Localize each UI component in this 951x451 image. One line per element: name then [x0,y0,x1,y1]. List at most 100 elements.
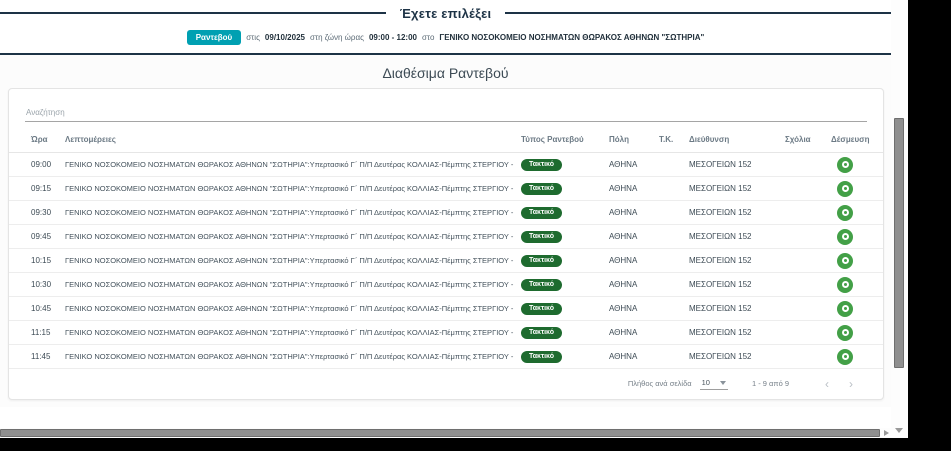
table-body: 09:00 ΓΕΝΙΚΟ ΝΟΣΟΚΟΜΕΙΟ ΝΟΣΗΜΑΤΩΝ ΘΩΡΑΚΟ… [9,152,883,369]
book-target-icon [841,257,849,264]
book-appointment-button[interactable] [837,180,853,197]
book-target-icon [841,233,849,240]
items-per-page-value: 10 [701,378,710,387]
selection-pre-date: στις [246,32,260,42]
appointments-card: Ώρα Λεπτομέρειες Τύπος Ραντεβού Πόλη Τ.Κ… [8,88,884,400]
cell-time: 09:45 [9,224,61,249]
book-appointment-button[interactable] [837,156,853,173]
cell-postal [655,248,685,273]
cell-type: Τακτικό [517,248,605,273]
appointment-type-badge: Τακτικό [521,278,562,291]
cell-postal [655,296,685,321]
horizontal-scrollbar[interactable] [0,428,891,438]
appointment-type-badge: Τακτικό [521,302,562,315]
table-row[interactable]: 09:00 ΓΕΝΙΚΟ ΝΟΣΟΚΟΜΕΙΟ ΝΟΣΗΜΑΤΩΝ ΘΩΡΑΚΟ… [9,152,883,177]
cell-type: Τακτικό [517,200,605,225]
book-appointment-button[interactable] [837,204,853,221]
cell-address: ΜΕΣΟΓΕΙΩΝ 152 [685,248,781,273]
cell-postal [655,152,685,177]
cell-comments [781,272,827,297]
appointment-type-badge: Τακτικό [521,254,562,267]
cell-details: ΓΕΝΙΚΟ ΝΟΣΟΚΟΜΕΙΟ ΝΟΣΗΜΑΤΩΝ ΘΩΡΑΚΟΣ ΑΘΗΝ… [61,176,517,201]
appointment-badge: Ραντεβού [186,29,242,45]
items-per-page-label: Πλήθος ανά σελίδα [627,379,692,388]
book-appointment-button[interactable] [837,348,853,365]
cell-comments [781,344,827,369]
previous-page-button[interactable]: ‹ [815,378,839,390]
cell-city: ΑΘΗΝΑ [605,152,655,177]
vertical-scrollbar[interactable] [891,0,908,438]
table-row[interactable]: 10:45 ΓΕΝΙΚΟ ΝΟΣΟΚΟΜΕΙΟ ΝΟΣΗΜΑΤΩΝ ΘΩΡΑΚΟ… [9,296,883,321]
cell-type: Τακτικό [517,224,605,249]
search-input[interactable] [25,104,867,122]
horizontal-scrollbar-thumb[interactable] [0,429,880,437]
appointment-type-badge: Τακτικό [521,326,562,339]
table-row[interactable]: 09:30 ΓΕΝΙΚΟ ΝΟΣΟΚΟΜΕΙΟ ΝΟΣΗΜΑΤΩΝ ΘΩΡΑΚΟ… [9,200,883,225]
cell-comments [781,152,827,177]
book-appointment-button[interactable] [837,324,853,341]
appointment-type-badge: Τακτικό [521,158,562,171]
cell-postal [655,344,685,369]
book-appointment-button[interactable] [837,300,853,317]
cell-details: ΓΕΝΙΚΟ ΝΟΣΟΚΟΜΕΙΟ ΝΟΣΗΜΑΤΩΝ ΘΩΡΑΚΟΣ ΑΘΗΝ… [61,320,517,345]
page-range-label: 1 - 9 από 9 [751,379,789,388]
cell-address: ΜΕΣΟΓΕΙΩΝ 152 [685,152,781,177]
col-header-address: Διεύθυνση [685,126,781,153]
cell-time: 09:15 [9,176,61,201]
cell-comments [781,200,827,225]
cell-address: ΜΕΣΟΓΕΙΩΝ 152 [685,344,781,369]
cell-address: ΜΕΣΟΓΕΙΩΝ 152 [685,176,781,201]
table-row[interactable]: 10:15 ΓΕΝΙΚΟ ΝΟΣΟΚΟΜΕΙΟ ΝΟΣΗΜΑΤΩΝ ΘΩΡΑΚΟ… [9,248,883,273]
appointment-type-badge: Τακτικό [521,230,562,243]
scroll-down-arrow-icon[interactable] [895,428,903,433]
col-header-type: Τύπος Ραντεβού [517,126,605,153]
book-target-icon [841,353,849,360]
cell-time: 10:30 [9,272,61,297]
cell-city: ΑΘΗΝΑ [605,248,655,273]
table-row[interactable]: 11:15 ΓΕΝΙΚΟ ΝΟΣΟΚΟΜΕΙΟ ΝΟΣΗΜΑΤΩΝ ΘΩΡΑΚΟ… [9,320,883,345]
cell-type: Τακτικό [517,296,605,321]
table-row[interactable]: 11:45 ΓΕΝΙΚΟ ΝΟΣΟΚΟΜΕΙΟ ΝΟΣΗΜΑΤΩΝ ΘΩΡΑΚΟ… [9,344,883,369]
cell-comments [781,296,827,321]
cell-time: 10:45 [9,296,61,321]
cell-type: Τακτικό [517,152,605,177]
cell-city: ΑΘΗΝΑ [605,176,655,201]
cell-type: Τακτικό [517,176,605,201]
scroll-right-arrow-icon[interactable] [884,430,889,436]
book-appointment-button[interactable] [837,228,853,245]
book-target-icon [841,185,849,192]
cell-booking [827,248,883,273]
paginator: Πλήθος ανά σελίδα 10 1 - 9 από 9 ‹ › [9,369,883,390]
page-title: Έχετε επιλέξει [399,5,492,21]
cell-comments [781,224,827,249]
cell-details: ΓΕΝΙΚΟ ΝΟΣΟΚΟΜΕΙΟ ΝΟΣΗΜΑΤΩΝ ΘΩΡΑΚΟΣ ΑΘΗΝ… [61,152,517,177]
col-header-postal: Τ.Κ. [655,126,685,153]
table-row[interactable]: 09:15 ΓΕΝΙΚΟ ΝΟΣΟΚΟΜΕΙΟ ΝΟΣΗΜΑΤΩΝ ΘΩΡΑΚΟ… [9,176,883,201]
cell-type: Τακτικό [517,344,605,369]
next-page-button[interactable]: › [839,378,863,390]
cell-details: ΓΕΝΙΚΟ ΝΟΣΟΚΟΜΕΙΟ ΝΟΣΗΜΑΤΩΝ ΘΩΡΑΚΟΣ ΑΘΗΝ… [61,224,517,249]
table-row[interactable]: 10:30 ΓΕΝΙΚΟ ΝΟΣΟΚΟΜΕΙΟ ΝΟΣΗΜΑΤΩΝ ΘΩΡΑΚΟ… [9,272,883,297]
letterbox-right [908,0,951,451]
cell-address: ΜΕΣΟΓΕΙΩΝ 152 [685,320,781,345]
table-row[interactable]: 09:45 ΓΕΝΙΚΟ ΝΟΣΟΚΟΜΕΙΟ ΝΟΣΗΜΑΤΩΝ ΘΩΡΑΚΟ… [9,224,883,249]
col-header-comments: Σχόλια [781,126,827,153]
book-appointment-button[interactable] [837,276,853,293]
cell-time: 09:30 [9,200,61,225]
cell-details: ΓΕΝΙΚΟ ΝΟΣΟΚΟΜΕΙΟ ΝΟΣΗΜΑΤΩΝ ΘΩΡΑΚΟΣ ΑΘΗΝ… [61,248,517,273]
cell-details: ΓΕΝΙΚΟ ΝΟΣΟΚΟΜΕΙΟ ΝΟΣΗΜΑΤΩΝ ΘΩΡΑΚΟΣ ΑΘΗΝ… [61,296,517,321]
col-header-city: Πόλη [605,126,655,153]
appointments-table: Ώρα Λεπτομέρειες Τύπος Ραντεβού Πόλη Τ.Κ… [9,126,883,369]
book-appointment-button[interactable] [837,252,853,269]
browser-viewport: Έχετε επιλέξει Ραντεβού στις 09/10/2025 … [0,0,908,438]
vertical-scrollbar-thumb[interactable] [894,118,904,368]
cell-postal [655,224,685,249]
items-per-page-select[interactable]: 10 [699,377,728,390]
selection-time-range: 09:00 - 12:00 [368,32,417,42]
cell-postal [655,320,685,345]
col-header-time: Ώρα [9,126,61,153]
cell-address: ΜΕΣΟΓΕΙΩΝ 152 [685,200,781,225]
cell-booking [827,152,883,177]
cell-time: 11:45 [9,344,61,369]
cell-booking [827,200,883,225]
